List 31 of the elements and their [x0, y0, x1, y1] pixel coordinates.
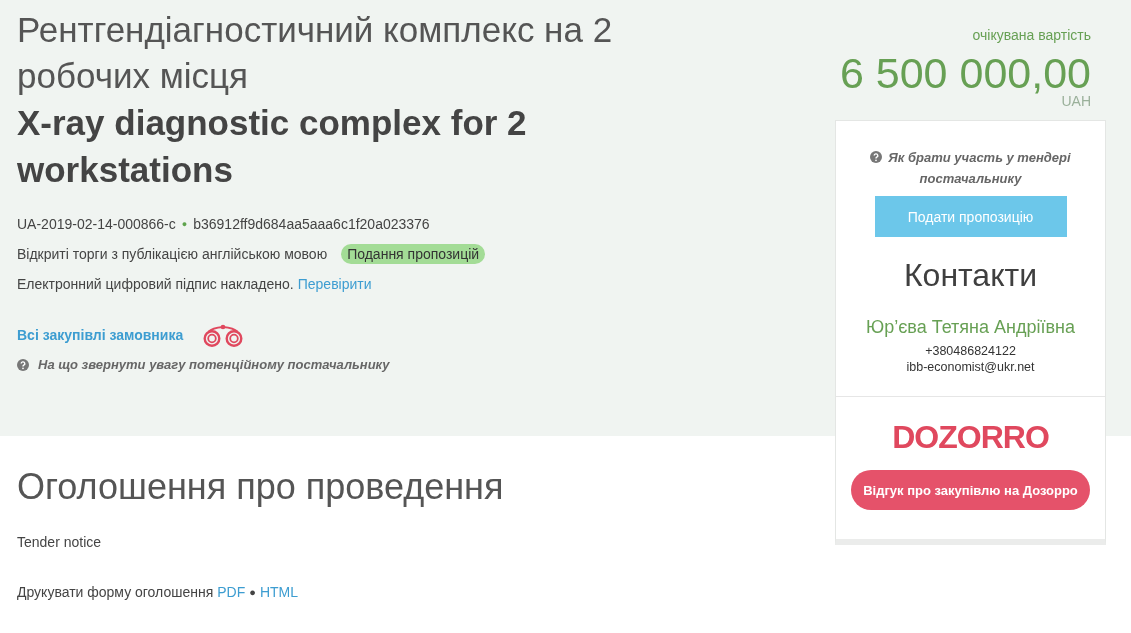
- contact-email: ibb-economist@ukr.net: [906, 359, 1035, 375]
- binoculars-icon: [203, 323, 244, 347]
- contact-name: Юр’єва Тетяна Андріївна: [865, 316, 1076, 339]
- section-title: Оголошення про проведення: [17, 465, 504, 509]
- section-subtitle: Tender notice: [17, 533, 102, 552]
- print-format-link[interactable]: PDF: [217, 582, 246, 602]
- verify-link[interactable]: Перевірити: [297, 274, 372, 294]
- contacts-heading: Контакти: [903, 256, 1038, 295]
- review-button[interactable]: Відгук про закупівлю на Дозорро: [851, 470, 1090, 510]
- separator-dot: ●: [181, 218, 188, 231]
- buyer-tenders-link[interactable]: Всі закупівлі замовника: [17, 327, 184, 343]
- help-icon: [870, 151, 883, 163]
- tender-id: UA-2019-02-14-000866-c: [17, 215, 176, 234]
- separator-dot: ●: [249, 585, 256, 600]
- price-label: очікувана вартість: [972, 26, 1091, 45]
- status-badge: Подання пропозицій: [341, 244, 486, 264]
- tender-title: Рентгендіагностичний комплекс на 2 робочих місця: [17, 9, 614, 97]
- currency-label: UAH: [1061, 93, 1091, 111]
- print-format-link[interactable]: HTML: [259, 582, 299, 602]
- print-label: Друкувати форму оголошення: [17, 583, 214, 602]
- supplier-hint[interactable]: На що звернути увагу потенційному постачальнику: [38, 355, 390, 375]
- signature-note: Електронний цифровий підпис накладено.: [17, 275, 294, 294]
- contact-phone: +380486824122: [925, 343, 1016, 359]
- tender-hash: b36912ff9d684aa5aaa6c1f20a023376: [193, 215, 430, 234]
- logo: DOZORRO: [892, 419, 1049, 455]
- price-amount: 6 500 000,00: [839, 51, 1091, 95]
- procedure-type: Відкриті торги з публікацією англійською мовою: [17, 245, 328, 264]
- tender-title-english: X-ray diagnostic complex for 2 workstations: [17, 102, 528, 191]
- submit-bid-button[interactable]: Подати пропозицію: [874, 196, 1067, 237]
- help-icon: [17, 359, 29, 371]
- participation-help-link[interactable]: Як брати участь у тендері постачальнику: [868, 147, 1073, 189]
